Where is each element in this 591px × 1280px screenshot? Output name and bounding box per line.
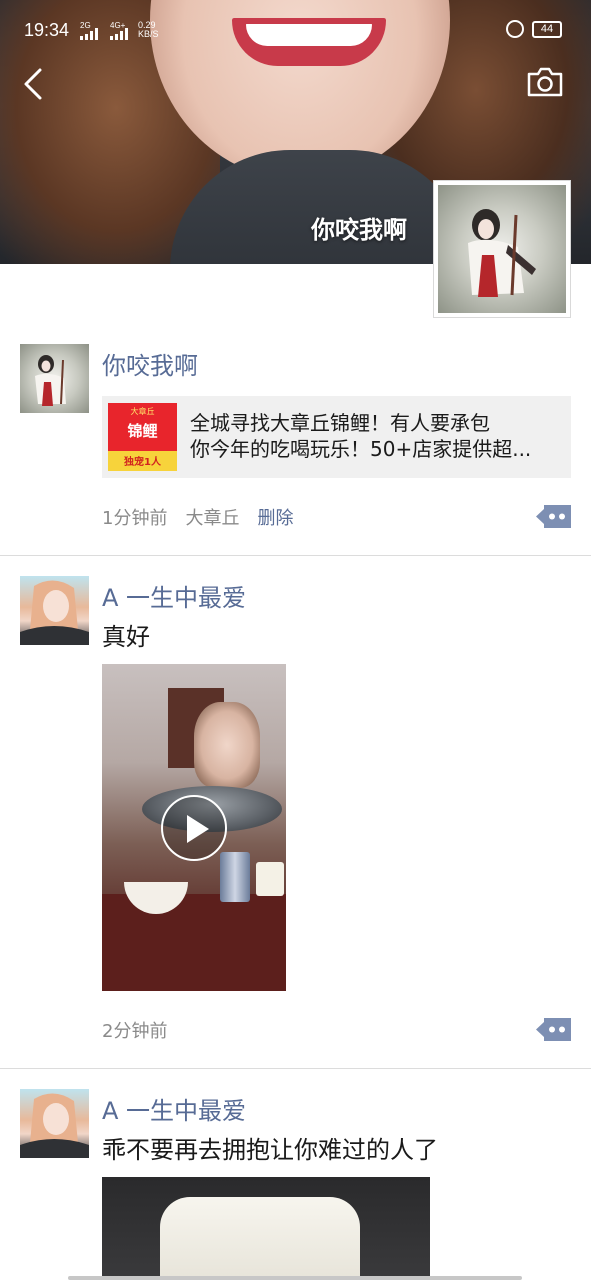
post-meta: 1分钟前 大章丘 删除 [102, 504, 293, 530]
link-thumbnail: 大章丘 锦鲤 独宠1人 [108, 403, 177, 471]
thumbnail-bottom-text: 独宠1人 [124, 457, 161, 468]
back-button[interactable] [18, 64, 54, 104]
camera-icon [527, 67, 563, 97]
post-time: 1分钟前 [102, 508, 168, 529]
rotation-lock-icon [506, 20, 524, 38]
post-video[interactable] [102, 664, 286, 991]
post-avatar[interactable] [20, 576, 89, 645]
video-frame [220, 852, 250, 902]
video-frame [194, 702, 260, 788]
avatar-illustration [20, 1093, 89, 1158]
battery-level: 44 [540, 23, 554, 35]
video-frame [256, 862, 284, 896]
post-divider [0, 1068, 591, 1069]
post-photo[interactable] [102, 1177, 430, 1280]
net-speed-unit: KB/S [138, 29, 159, 39]
link-title-line-1: 全城寻找大章丘锦鲤！有人要承包 [190, 411, 490, 435]
net-speed: 0.29 KB/S [138, 21, 159, 39]
signal-icon [80, 28, 98, 40]
more-dots-icon [536, 1018, 571, 1041]
more-dots-icon [536, 505, 571, 528]
post-avatar[interactable] [20, 344, 89, 413]
avatar-illustration [35, 355, 66, 406]
post-divider [0, 555, 591, 556]
link-title-line-2: 你今年的吃喝玩乐！50+店家提供超... [190, 437, 532, 461]
play-icon[interactable] [161, 795, 227, 861]
post-location[interactable]: 大章丘 [185, 508, 239, 529]
delete-button[interactable]: 删除 [257, 508, 293, 529]
post-author-name[interactable]: A 一生中最爱 [102, 1091, 246, 1126]
status-bar: 19:34 2G 4G+ 0.29 KB/S 44 [0, 0, 591, 60]
avatar-illustration [20, 580, 89, 645]
signal-icon [110, 28, 128, 40]
post-text: 真好 [102, 623, 150, 651]
battery-icon: 44 [532, 21, 562, 38]
thumbnail-main-text: 锦鲤 [127, 422, 158, 440]
navigation-gesture-bar[interactable] [68, 1276, 522, 1280]
avatar-illustration [468, 209, 536, 297]
post-avatar[interactable] [20, 1089, 89, 1158]
photo-content [160, 1197, 360, 1280]
post-time: 2分钟前 [102, 1021, 168, 1042]
avatar-image [438, 185, 566, 313]
shared-link-card[interactable]: 大章丘 锦鲤 独宠1人 全城寻找大章丘锦鲤！有人要承包 你今年的吃喝玩乐！50+… [102, 396, 571, 478]
video-frame [102, 894, 286, 991]
post-meta: 2分钟前 [102, 1017, 167, 1043]
comment-more-button[interactable] [536, 1018, 571, 1041]
status-time: 19:34 [24, 20, 70, 40]
thumbnail-top-text: 大章丘 [130, 407, 155, 416]
post-text: 乖不要再去拥抱让你难过的人了 [102, 1136, 438, 1164]
cover-username: 你咬我啊 [311, 216, 407, 244]
post-author-name[interactable]: A 一生中最爱 [102, 578, 246, 613]
comment-more-button[interactable] [536, 505, 571, 528]
camera-button[interactable] [526, 66, 564, 98]
chevron-left-icon [24, 68, 42, 100]
link-title: 全城寻找大章丘锦鲤！有人要承包 你今年的吃喝玩乐！50+店家提供超... [190, 410, 562, 462]
profile-avatar[interactable] [433, 180, 571, 318]
post-author-name[interactable]: 你咬我啊 [102, 346, 198, 381]
